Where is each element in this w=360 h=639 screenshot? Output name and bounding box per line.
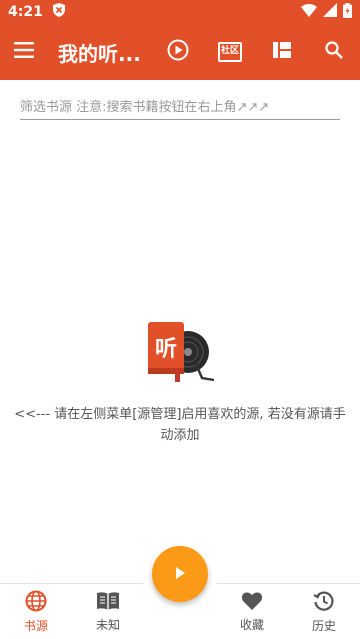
nav-item-history[interactable]: 历史 xyxy=(288,584,360,639)
nav-label-sources: 书源 xyxy=(23,618,48,633)
signal-icon xyxy=(323,3,337,21)
app-toolbar: 我的听... 社区 xyxy=(0,24,360,80)
book-record-icon: 听 xyxy=(148,322,215,382)
layout-toggle-button[interactable] xyxy=(256,24,308,80)
battery-icon xyxy=(343,2,352,22)
community-label: 社区 xyxy=(220,46,239,56)
search-button[interactable] xyxy=(308,24,360,80)
menu-icon xyxy=(14,42,34,62)
empty-state-message: <<--- 请在左侧菜单[源管理]启用喜欢的源, 若没有源请手动添加 xyxy=(14,407,346,443)
book-icon xyxy=(96,591,120,614)
heart-icon xyxy=(241,591,263,614)
page-title: 我的听... xyxy=(58,41,141,66)
nav-item-favorites[interactable]: 收藏 xyxy=(216,584,288,639)
layout-icon xyxy=(273,42,291,62)
wifi-icon xyxy=(301,3,317,21)
filter-placeholder: 筛选书源 注意:搜索书籍按钮在右上角↗↗↗ xyxy=(20,100,270,115)
nav-label-unknown: 未知 xyxy=(95,617,120,632)
community-icon: 社区 xyxy=(218,42,242,62)
search-icon xyxy=(325,41,343,63)
shield-notification-icon xyxy=(52,3,65,21)
play-fab-button[interactable] xyxy=(152,546,208,602)
play-button[interactable] xyxy=(152,24,204,80)
menu-button[interactable] xyxy=(0,24,48,80)
nav-item-sources[interactable]: 书源 xyxy=(0,584,72,639)
play-circle-icon xyxy=(167,39,189,65)
status-time: 4:21 xyxy=(8,4,43,20)
nav-label-history: 历史 xyxy=(311,618,336,633)
community-button[interactable]: 社区 xyxy=(204,24,256,80)
source-filter-input[interactable]: 筛选书源 注意:搜索书籍按钮在右上角↗↗↗ xyxy=(20,96,340,120)
book-icon-label: 听 xyxy=(155,337,177,362)
play-icon xyxy=(173,565,187,584)
nav-item-unknown[interactable]: 未知 xyxy=(72,584,144,639)
globe-icon xyxy=(25,590,47,615)
nav-label-favorites: 收藏 xyxy=(239,617,264,632)
history-icon xyxy=(313,590,335,615)
empty-state: 听 xyxy=(0,316,360,396)
status-bar: 4:21 xyxy=(0,0,360,24)
